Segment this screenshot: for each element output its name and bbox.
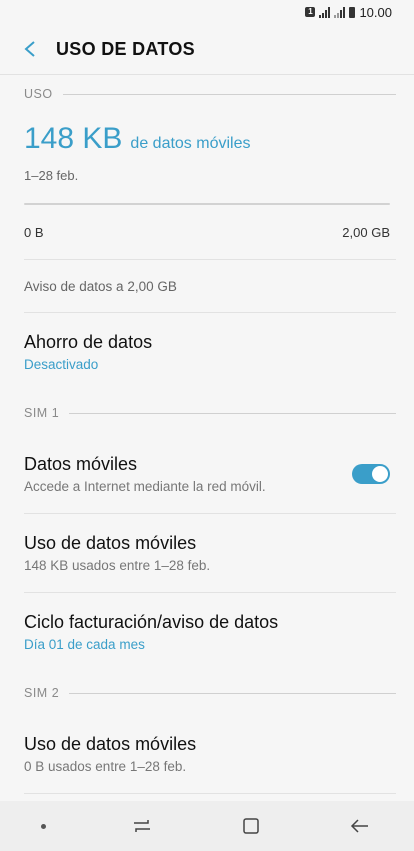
billing-cycle-item[interactable]: Ciclo facturación/aviso de datos Día 01 … [0,593,414,671]
home-icon[interactable] [238,813,264,839]
usage-min-label: 0 B [24,224,44,240]
signal-icon-2 [334,6,346,18]
sim1-usage-title: Uso de datos móviles [24,533,197,553]
sim2-usage-title: Uso de datos móviles [24,734,197,754]
recents-icon[interactable] [129,813,155,839]
usage-max-label: 2,00 GB [342,224,390,240]
section-sim1: SIM 1 [0,391,414,435]
mobile-data-title: Datos móviles [24,454,138,474]
settings-list: USO 148 KB de datos móviles 1–28 feb. 0 … [0,72,414,794]
mobile-data-item[interactable]: Datos móviles Accede a Internet mediante… [0,435,414,513]
billing-cycle-subtitle: Día 01 de cada mes [24,637,145,652]
usage-summary: 148 KB de datos móviles [0,122,414,156]
section-sim1-label: SIM 1 [24,406,60,420]
mobile-data-toggle[interactable] [352,464,390,484]
section-divider [62,93,396,95]
mobile-data-subtitle: Accede a Internet mediante la red móvil. [24,479,266,494]
section-usage-label: USO [24,87,53,101]
section-divider [69,412,396,414]
sim1-usage-subtitle: 148 KB usados entre 1–28 feb. [24,558,211,573]
section-sim2: SIM 2 [0,671,414,715]
data-saver-item[interactable]: Ahorro de datos Desactivado [0,313,414,391]
nav-dot-icon[interactable] [41,823,47,829]
section-sim2-label: SIM 2 [24,686,60,700]
navigation-bar [0,801,414,851]
signal-icon [319,6,331,18]
data-warning: Aviso de datos a 2,00 GB [24,278,177,294]
app-bar: USO DE DATOS [0,24,414,74]
sim1-usage-item[interactable]: Uso de datos móviles 148 KB usados entre… [0,514,414,592]
section-usage: USO [0,72,414,116]
usage-date-range: 1–28 feb. [24,168,79,183]
usage-range: 0 B 2,00 GB [0,205,414,259]
sim2-usage-item[interactable]: Uso de datos móviles 0 B usados entre 1–… [0,715,414,793]
toggle-knob [372,466,388,482]
divider [24,793,396,794]
status-time: 10.00 [359,4,392,20]
sim2-usage-subtitle: 0 B usados entre 1–28 feb. [24,759,187,774]
page-title: USO DE DATOS [56,38,195,59]
data-saver-status: Desactivado [24,357,99,372]
section-divider [69,692,396,694]
back-arrow-icon[interactable] [18,37,42,61]
usage-progress-bar [24,203,390,205]
usage-value: 148 KB [24,122,123,155]
billing-cycle-title: Ciclo facturación/aviso de datos [24,612,279,632]
status-bar: 1 10.00 [0,0,414,24]
battery-icon [349,6,356,18]
data-saver-title: Ahorro de datos [24,332,153,352]
sim-badge: 1 [305,7,316,17]
usage-unit: de datos móviles [130,135,251,152]
nav-back-icon[interactable] [347,813,373,839]
